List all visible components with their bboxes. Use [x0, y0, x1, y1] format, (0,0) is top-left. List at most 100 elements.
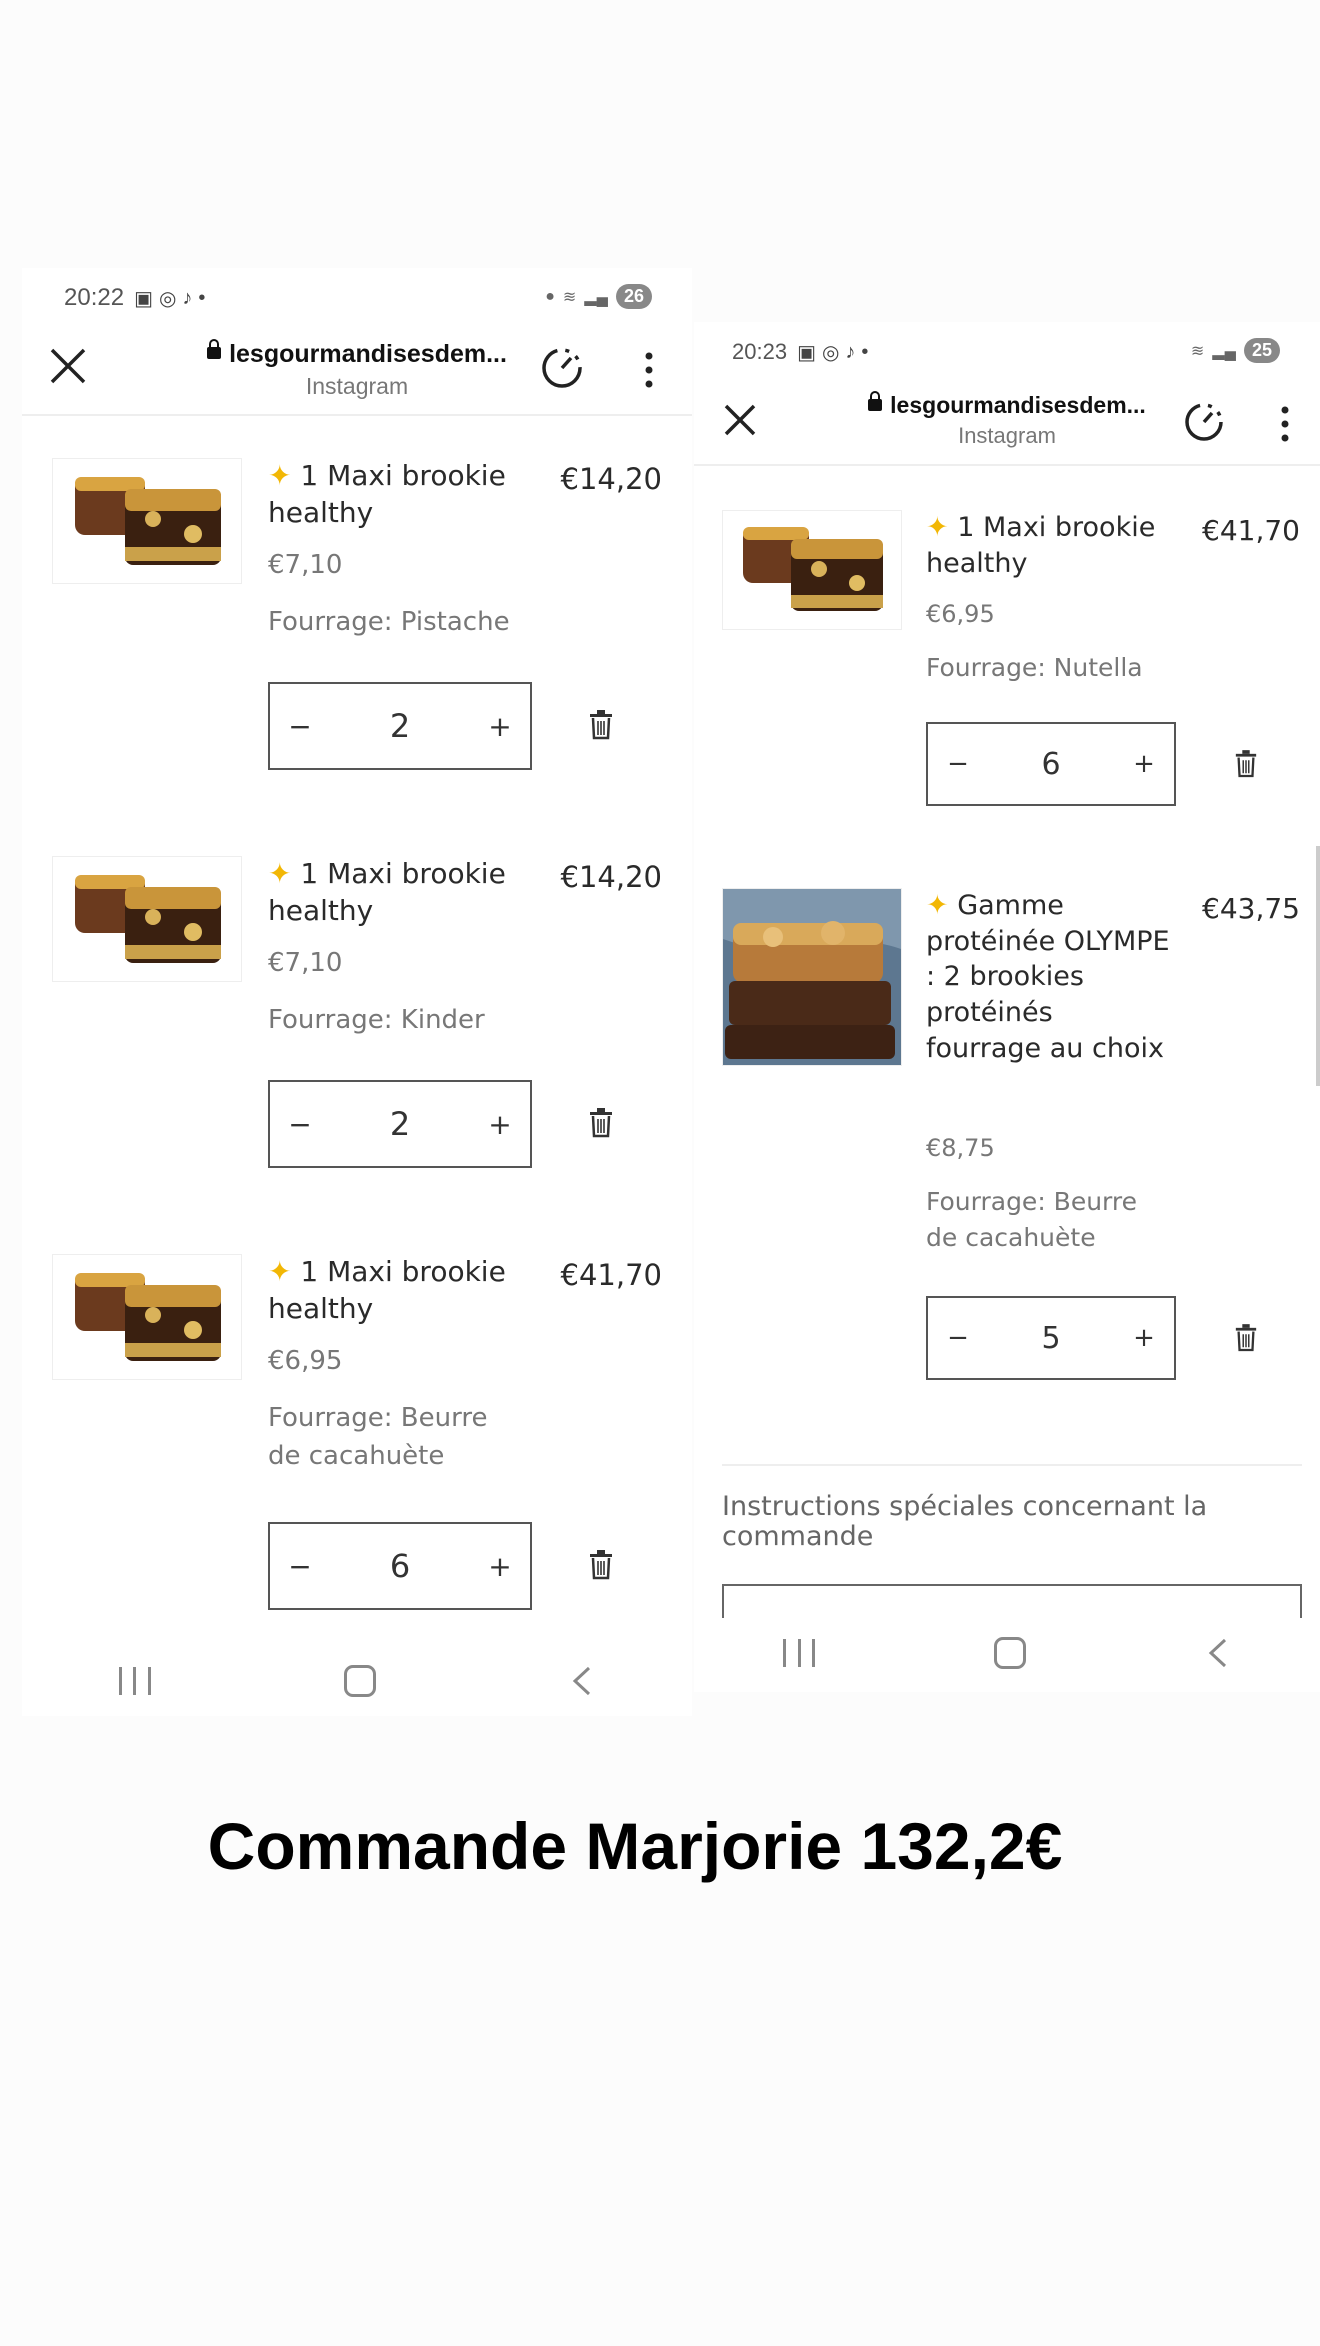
decrease-button[interactable]: −: [270, 710, 330, 743]
trash-icon[interactable]: [1234, 1324, 1258, 1352]
order-caption: Commande Marjorie 132,2€: [207, 1809, 1063, 1883]
lock-icon: [868, 390, 883, 411]
url-area[interactable]: lesgourmandisesdem... Instagram: [694, 390, 1320, 449]
screenshot-icon: ▣: [797, 341, 816, 364]
url-source: Instagram: [958, 423, 1056, 448]
special-instructions-label: Instructions spéciales concernant la com…: [722, 1491, 1208, 1552]
battery-indicator: 25: [1243, 338, 1280, 363]
url-text: lesgourmandisesdem...: [890, 392, 1146, 418]
item-price: €41,70: [560, 1258, 662, 1292]
filling-option: Fourrage: Pistache: [268, 607, 510, 637]
increase-button[interactable]: +: [1114, 749, 1174, 779]
more-icon[interactable]: [644, 350, 654, 390]
product-title[interactable]: ✦ 1 Maxi brookie healthy: [268, 458, 538, 532]
item-price: €14,20: [560, 860, 662, 894]
tiktok-icon: ♪: [845, 340, 856, 363]
left-screenshot: 20:22 ▣ ◎ ♪ • ● ≋ ▂▄ 26 lesgourmandisesd…: [22, 268, 692, 1716]
url-source: Instagram: [305, 373, 409, 399]
product-title[interactable]: ✦ 1 Maxi brookie healthy: [268, 1254, 538, 1328]
wifi-icon: ≋: [1190, 342, 1205, 360]
browser-toolbar: lesgourmandisesdem... Instagram: [694, 380, 1320, 466]
product-image[interactable]: [52, 1254, 242, 1380]
status-app-icons: ▣ ◎ ♪ •: [797, 340, 868, 365]
quantity-value[interactable]: 6: [330, 1547, 470, 1585]
quantity-stepper[interactable]: − 5 +: [926, 1296, 1176, 1380]
screenshot-icon: ▣: [134, 287, 153, 310]
status-right: ≋ ▂▄ 25: [1191, 338, 1280, 363]
increase-button[interactable]: +: [470, 710, 530, 743]
location-icon: ●: [545, 287, 555, 305]
back-icon[interactable]: [569, 1666, 595, 1696]
trash-icon[interactable]: [588, 1550, 614, 1580]
quantity-stepper[interactable]: − 2 +: [268, 682, 532, 770]
lock-icon: [207, 339, 222, 360]
filling-option: Fourrage: Beurre de cacahuète: [926, 1187, 1138, 1253]
more-icon[interactable]: [1280, 404, 1290, 444]
quantity-value[interactable]: 2: [330, 707, 470, 745]
url-area[interactable]: lesgourmandisesdem... Instagram: [22, 339, 692, 400]
wifi-icon: ≋: [562, 288, 577, 306]
decrease-button[interactable]: −: [928, 1323, 988, 1353]
android-nav-bar: [694, 1618, 1320, 1688]
quantity-value[interactable]: 2: [330, 1105, 470, 1143]
quantity-value[interactable]: 6: [988, 747, 1114, 782]
section-divider: [722, 1464, 1302, 1466]
decrease-button[interactable]: −: [270, 1108, 330, 1141]
product-title[interactable]: ✦ Gamme protéinée OLYMPE : 2 brookies pr…: [926, 888, 1176, 1066]
home-icon[interactable]: [343, 1665, 376, 1697]
instagram-icon: ◎: [821, 341, 840, 364]
back-icon[interactable]: [1205, 1638, 1231, 1668]
increase-button[interactable]: +: [470, 1108, 530, 1141]
unit-price: €6,95: [268, 1346, 343, 1376]
instagram-icon: ◎: [158, 287, 177, 310]
product-image[interactable]: [722, 510, 902, 630]
product-image[interactable]: [52, 458, 242, 584]
quantity-stepper[interactable]: − 6 +: [268, 1522, 532, 1610]
increase-button[interactable]: +: [470, 1550, 530, 1583]
product-image[interactable]: [52, 856, 242, 982]
status-time: 20:22: [64, 284, 125, 311]
trash-icon[interactable]: [1234, 750, 1258, 778]
quantity-stepper[interactable]: − 2 +: [268, 1080, 532, 1168]
dot-icon: •: [198, 286, 206, 309]
sparkle-icon: ✦: [268, 857, 301, 890]
battery-indicator: 26: [615, 284, 652, 309]
decrease-button[interactable]: −: [270, 1550, 330, 1583]
android-nav-bar: [22, 1646, 692, 1716]
filling-option: Fourrage: Kinder: [268, 1005, 485, 1035]
product-title[interactable]: ✦ 1 Maxi brookie healthy: [926, 510, 1176, 581]
increase-button[interactable]: +: [1114, 1323, 1174, 1353]
unit-price: €7,10: [268, 550, 343, 580]
recent-apps-icon[interactable]: [783, 1639, 816, 1667]
product-title[interactable]: ✦ 1 Maxi brookie healthy: [268, 856, 538, 930]
sparkle-icon: ✦: [926, 512, 958, 543]
sparkle-icon: ✦: [926, 890, 958, 921]
trash-icon[interactable]: [588, 710, 614, 740]
speed-icon[interactable]: [1182, 400, 1226, 444]
decrease-button[interactable]: −: [928, 749, 988, 779]
home-icon[interactable]: [993, 1637, 1026, 1669]
quantity-value[interactable]: 5: [988, 1321, 1114, 1356]
trash-icon[interactable]: [588, 1108, 614, 1138]
status-right: ● ≋ ▂▄ 26: [545, 284, 652, 309]
filling-option: Fourrage: Beurre de cacahuète: [268, 1403, 488, 1471]
quantity-stepper[interactable]: − 6 +: [926, 722, 1176, 806]
sparkle-icon: ✦: [268, 459, 301, 492]
tiktok-icon: ♪: [182, 286, 193, 309]
status-bar: 20:23 ▣ ◎ ♪ • ≋ ▂▄ 25: [694, 322, 1320, 382]
speed-icon[interactable]: [540, 346, 584, 390]
filling-option: Fourrage: Nutella: [926, 653, 1143, 682]
product-image[interactable]: [722, 888, 902, 1066]
unit-price: €6,95: [926, 600, 995, 628]
item-price: €43,75: [1202, 892, 1300, 925]
status-bar: 20:22 ▣ ◎ ♪ • ● ≋ ▂▄ 26: [22, 268, 692, 328]
sparkle-icon: ✦: [268, 1255, 301, 1288]
item-price: €41,70: [1202, 514, 1300, 547]
status-app-icons: ▣ ◎ ♪ •: [134, 286, 205, 311]
unit-price: €7,10: [268, 948, 343, 978]
scrollbar[interactable]: [1316, 846, 1320, 1086]
signal-icon: ▂▄: [1212, 342, 1236, 360]
recent-apps-icon[interactable]: [118, 1667, 151, 1695]
status-time: 20:23: [732, 339, 788, 364]
item-price: €14,20: [560, 462, 662, 496]
